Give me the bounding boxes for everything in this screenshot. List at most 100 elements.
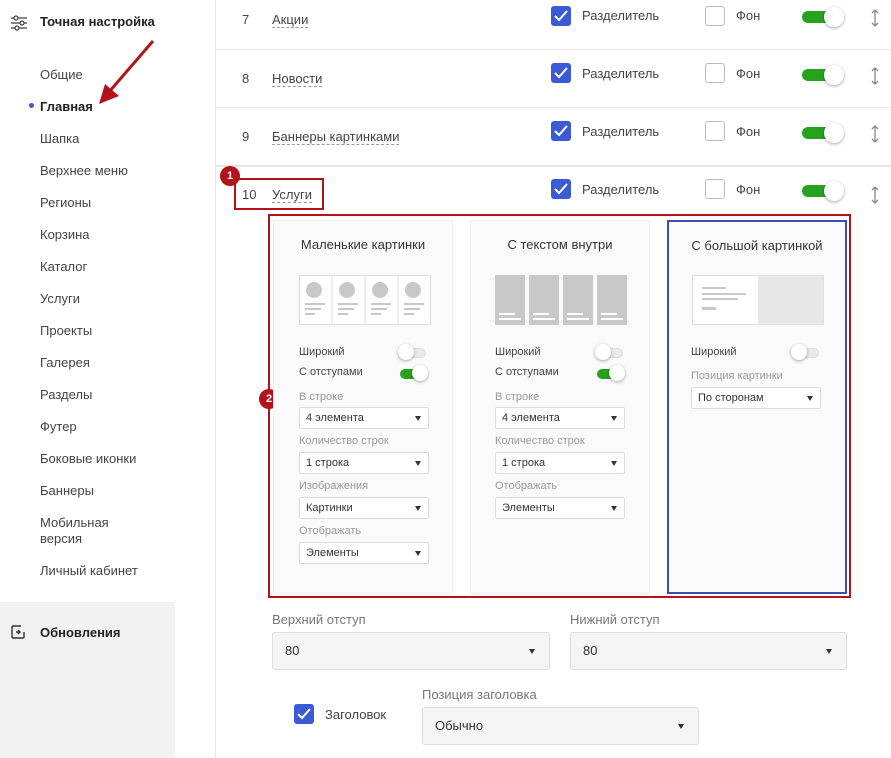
block-row: 9 Баннеры картинками Разделитель Фон [216, 108, 891, 166]
annotation-arrow-icon [99, 40, 155, 104]
background-checkbox[interactable] [705, 6, 725, 26]
image-position-select[interactable]: По сторонам [691, 387, 821, 409]
sidebar-item-account[interactable]: Личный кабинет [40, 563, 138, 579]
chevron-down-icon [826, 649, 832, 654]
sidebar-item-top-menu[interactable]: Верхнее меню [40, 163, 128, 179]
sidebar-item-regions[interactable]: Регионы [40, 195, 91, 211]
wide-label: Широкий [495, 346, 541, 358]
text-inside-preview-icon [495, 275, 627, 325]
per-row-select[interactable]: 4 элемента [495, 407, 625, 429]
updates-label: Обновления [40, 624, 121, 640]
enable-toggle[interactable] [802, 181, 844, 201]
background-label: Фон [736, 124, 761, 139]
heading-position-select[interactable]: Обычно [422, 707, 699, 745]
chevron-down-icon [415, 551, 421, 556]
sidebar-item-general[interactable]: Общие [40, 67, 83, 83]
enable-toggle[interactable] [802, 123, 844, 143]
heading-checkbox[interactable] [294, 704, 314, 724]
row-name[interactable]: Баннеры картинками [272, 129, 400, 145]
select-value: 1 строка [502, 457, 546, 469]
drag-handle-icon[interactable] [870, 9, 880, 27]
main-content: 7 Акции Разделитель Фон 8 Новости Раздел… [216, 0, 891, 758]
chevron-down-icon [678, 724, 684, 729]
card-title: С текстом внутри [507, 237, 613, 252]
rows-count-select[interactable]: 1 строка [495, 452, 625, 474]
per-row-label: В строке [299, 391, 344, 403]
layout-card-big-image[interactable]: С большой картинкой Широкий Позиция карт… [667, 220, 847, 594]
sidebar-item-gallery[interactable]: Галерея [40, 355, 90, 371]
background-label: Фон [736, 8, 761, 23]
images-select[interactable]: Картинки [299, 497, 429, 519]
sidebar-item-cart[interactable]: Корзина [40, 227, 90, 243]
select-value: 4 элемента [502, 412, 560, 424]
drag-handle-icon[interactable] [870, 125, 880, 143]
sidebar-title: Точная настройка [40, 14, 155, 29]
divider-checkbox[interactable] [551, 121, 571, 141]
background-checkbox[interactable] [705, 179, 725, 199]
wide-toggle[interactable] [791, 344, 819, 360]
select-value: По сторонам [698, 392, 764, 404]
wide-label: Широкий [299, 346, 345, 358]
row-name[interactable]: Новости [272, 71, 323, 87]
sidebar-item-catalog[interactable]: Каталог [40, 259, 87, 275]
block-row: 8 Новости Разделитель Фон [216, 50, 891, 108]
sidebar-item-banners[interactable]: Баннеры [40, 483, 94, 499]
sidebar-item-services[interactable]: Услуги [40, 291, 80, 307]
enable-toggle[interactable] [802, 7, 844, 27]
sidebar-item-side-icons[interactable]: Боковые иконки [40, 451, 136, 467]
layout-card-small-images[interactable]: Маленькие картинки Широкий С отступами В… [273, 220, 453, 594]
row-name[interactable]: Акции [272, 12, 309, 28]
background-label: Фон [736, 182, 761, 197]
divider-label: Разделитель [582, 8, 660, 23]
rows-count-label: Количество строк [495, 435, 585, 447]
updates-link[interactable]: Обновления [10, 624, 121, 640]
wide-toggle[interactable] [595, 344, 623, 360]
padded-label: С отступами [495, 366, 559, 378]
enable-toggle[interactable] [802, 65, 844, 85]
wide-label: Широкий [691, 346, 737, 358]
top-margin-label: Верхний отступ [272, 612, 366, 627]
updates-panel: Обновления [0, 602, 175, 758]
sidebar-item-main[interactable]: Главная [40, 99, 93, 115]
block-row: 7 Акции Разделитель Фон [216, 0, 891, 50]
chevron-down-icon [415, 416, 421, 421]
images-label: Изображения [299, 480, 369, 492]
sidebar-item-sections[interactable]: Разделы [40, 387, 92, 403]
drag-handle-icon[interactable] [870, 67, 880, 85]
padded-toggle[interactable] [400, 365, 428, 381]
divider-checkbox[interactable] [551, 179, 571, 199]
select-value: Элементы [502, 502, 555, 514]
display-select[interactable]: Элементы [299, 542, 429, 564]
heading-position-label: Позиция заголовка [422, 687, 537, 702]
background-checkbox[interactable] [705, 121, 725, 141]
sidebar-item-header[interactable]: Шапка [40, 131, 79, 147]
divider-label: Разделитель [582, 66, 660, 81]
small-images-preview-icon [299, 275, 431, 325]
divider-checkbox[interactable] [551, 6, 571, 26]
sidebar: Точная настройка Общие Главная Шапка Вер… [0, 0, 216, 758]
chevron-down-icon [611, 416, 617, 421]
background-checkbox[interactable] [705, 63, 725, 83]
bottom-margin-select[interactable]: 80 [570, 632, 847, 670]
per-row-select[interactable]: 4 элемента [299, 407, 429, 429]
sidebar-item-mobile[interactable]: Мобильная версия [40, 515, 140, 547]
display-select[interactable]: Элементы [495, 497, 625, 519]
layout-card-text-inside[interactable]: С текстом внутри Широкий С отступами В с… [470, 220, 650, 594]
rows-count-select[interactable]: 1 строка [299, 452, 429, 474]
sidebar-item-footer[interactable]: Футер [40, 419, 77, 435]
wide-toggle[interactable] [398, 344, 426, 360]
chevron-down-icon [529, 649, 535, 654]
sidebar-item-projects[interactable]: Проекты [40, 323, 92, 339]
top-margin-select[interactable]: 80 [272, 632, 550, 670]
display-label: Отображать [299, 525, 362, 537]
row-number: 8 [242, 71, 250, 86]
background-label: Фон [736, 66, 761, 81]
annotation-box-1 [234, 178, 324, 210]
drag-handle-icon[interactable] [870, 186, 880, 204]
chevron-down-icon [611, 461, 617, 466]
heading-label: Заголовок [325, 707, 387, 722]
sliders-icon [11, 15, 27, 31]
divider-label: Разделитель [582, 124, 660, 139]
divider-checkbox[interactable] [551, 63, 571, 83]
padded-toggle[interactable] [597, 365, 625, 381]
